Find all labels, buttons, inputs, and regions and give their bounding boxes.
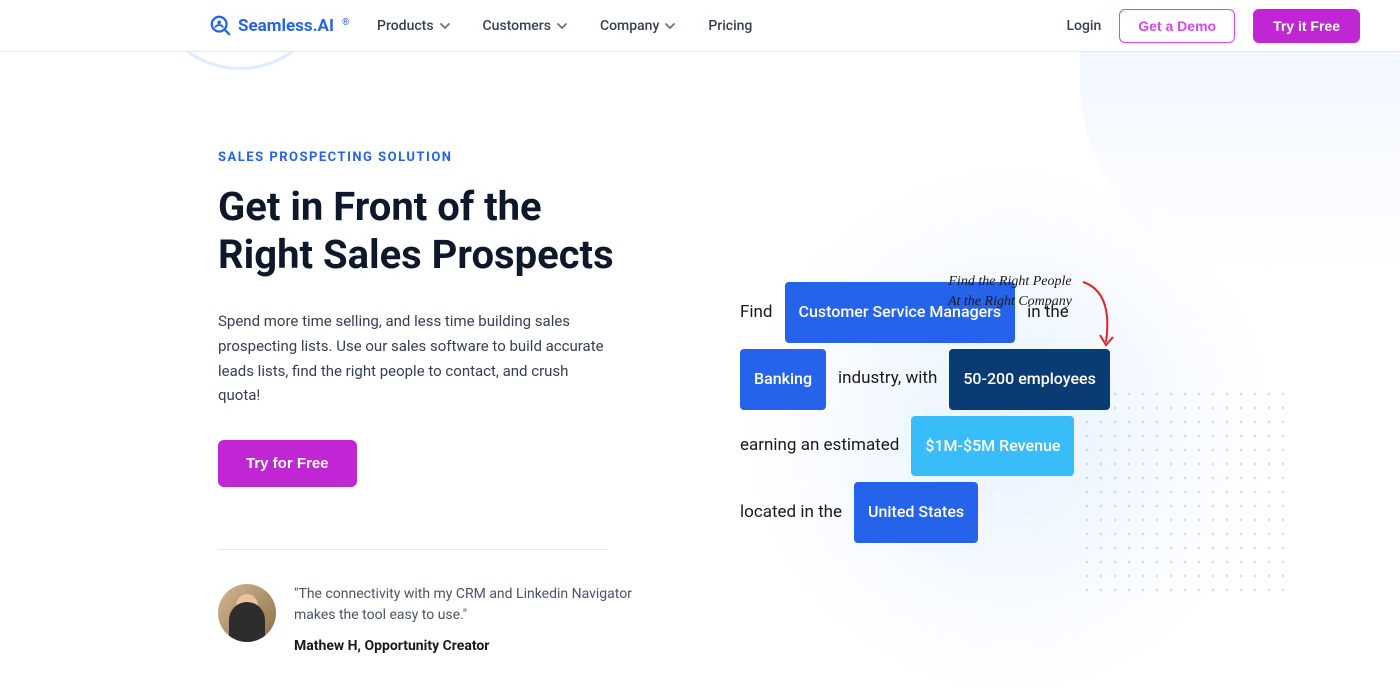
search-builder-visual: Find the Right People At the Right Compa…	[740, 282, 1110, 549]
nav-products[interactable]: Products	[377, 18, 451, 34]
text-find: Find	[740, 289, 773, 337]
chevron-down-icon	[556, 20, 568, 32]
brand-logo[interactable]: Seamless.AI ®	[210, 15, 349, 37]
nav-label: Pricing	[708, 18, 752, 34]
brand-name: Seamless.AI	[238, 16, 334, 36]
nav-customers[interactable]: Customers	[483, 18, 568, 34]
get-demo-button[interactable]: Get a Demo	[1119, 9, 1235, 43]
text-industry-with: industry, with	[838, 355, 937, 403]
header-actions: Login Get a Demo Try it Free	[1066, 9, 1360, 43]
divider	[218, 549, 608, 550]
nav-label: Products	[377, 18, 434, 34]
login-link[interactable]: Login	[1066, 18, 1101, 34]
title-line-1: Get in Front of the	[218, 183, 542, 230]
builder-row-3: earning an estimated $1M-$5M Revenue	[740, 416, 1110, 477]
nav-label: Customers	[483, 18, 551, 34]
chevron-down-icon	[439, 20, 451, 32]
try-for-free-button[interactable]: Try for Free	[218, 440, 357, 487]
hero-description: Spend more time selling, and less time b…	[218, 309, 608, 408]
testimonial-quote: "The connectivity with my CRM and Linked…	[294, 584, 658, 626]
chip-revenue: $1M-$5M Revenue	[911, 416, 1074, 477]
registered-mark: ®	[342, 18, 349, 28]
text-earning: earning an estimated	[740, 422, 899, 470]
dot-grid-decoration	[1085, 392, 1285, 592]
chip-country: United States	[854, 482, 978, 543]
handwriting-callout: Find the Right People At the Right Compa…	[930, 272, 1090, 311]
search-builder-lines: Find Customer Service Managers in the Ba…	[740, 282, 1110, 543]
hero-content: SALES PROSPECTING SOLUTION Get in Front …	[218, 150, 658, 657]
text-located: located in the	[740, 489, 842, 537]
main-header: Seamless.AI ® Products Customers Company…	[0, 0, 1400, 52]
handwriting-line-1: Find the Right People	[948, 274, 1071, 289]
chip-industry: Banking	[740, 349, 826, 410]
avatar	[218, 584, 276, 642]
testimonial: "The connectivity with my CRM and Linked…	[218, 584, 658, 657]
builder-row-2: Banking industry, with 50-200 employees	[740, 349, 1110, 410]
primary-nav: Products Customers Company Pricing	[377, 18, 752, 34]
nav-pricing[interactable]: Pricing	[708, 18, 752, 34]
handwriting-line-2: At the Right Company	[948, 294, 1072, 309]
testimonial-body: "The connectivity with my CRM and Linked…	[294, 584, 658, 657]
title-line-2: Right Sales Prospects	[218, 231, 614, 278]
search-person-icon	[210, 15, 232, 37]
nav-company[interactable]: Company	[600, 18, 676, 34]
arrow-icon	[1078, 277, 1118, 357]
nav-label: Company	[600, 18, 659, 34]
chevron-down-icon	[664, 20, 676, 32]
try-free-button[interactable]: Try it Free	[1253, 9, 1360, 43]
builder-row-4: located in the United States	[740, 482, 1110, 543]
hero-section: SALES PROSPECTING SOLUTION Get in Front …	[0, 52, 1400, 657]
hero-title: Get in Front of the Right Sales Prospect…	[218, 183, 658, 279]
chip-employees: 50-200 employees	[949, 349, 1110, 410]
testimonial-author: Mathew H, Opportunity Creator	[294, 636, 658, 657]
eyebrow-text: SALES PROSPECTING SOLUTION	[218, 150, 658, 165]
